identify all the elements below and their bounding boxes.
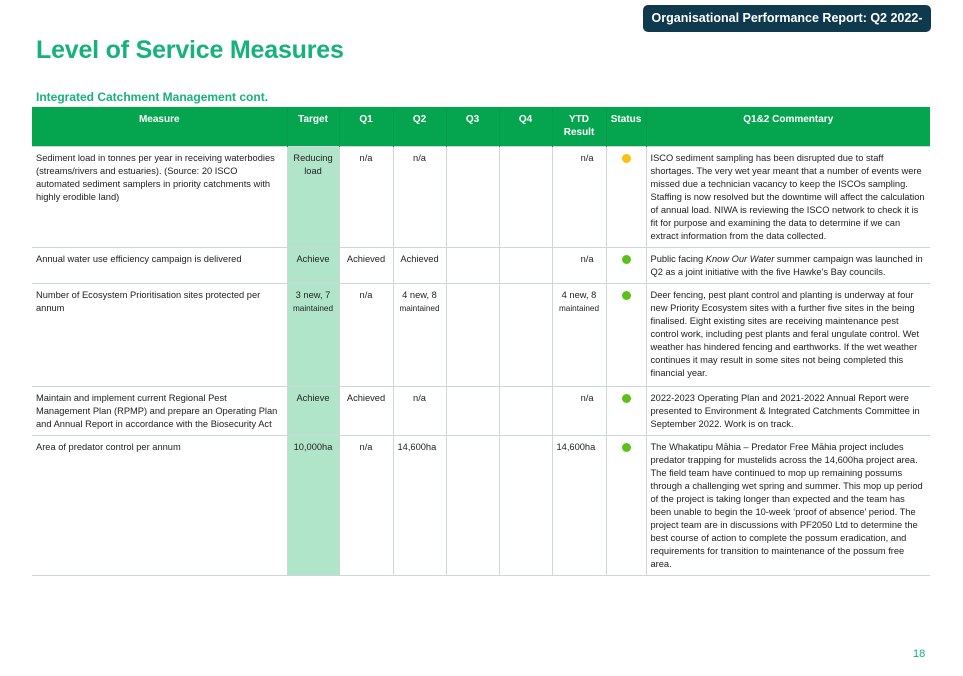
q2-cell: n/a <box>392 146 446 248</box>
q1-cell: Achieved <box>338 386 393 436</box>
table-header-row: Measure Target Q1 Q2 Q3 Q4 YTD Result Sta… <box>32 107 930 147</box>
q3-cell <box>445 386 499 436</box>
column-header-q3: Q3 <box>445 107 499 147</box>
table-row: Number of Ecosystem Prioritisation sites… <box>32 283 930 387</box>
status-cell <box>605 435 646 576</box>
status-cell <box>605 283 646 387</box>
campaign-name: Know Our Water <box>705 254 775 264</box>
q4-cell <box>498 386 552 436</box>
ytd-cell: n/a <box>551 247 606 284</box>
q3-cell <box>445 146 499 248</box>
status-green-dot-icon <box>621 394 631 403</box>
column-header-q4: Q4 <box>498 107 552 147</box>
status-cell <box>605 146 646 248</box>
ytd-line1: 4 new, 8 <box>561 290 597 300</box>
target-cell: 10,000ha <box>286 435 339 576</box>
q2-cell: n/a <box>392 386 446 436</box>
service-measures-table: Measure Target Q1 Q2 Q3 Q4 YTD Result Sta… <box>32 107 930 576</box>
ytd-cell: 14,600ha <box>551 435 606 576</box>
measure-cell: Area of predator control per annum <box>32 435 287 576</box>
q1-cell: n/a <box>338 435 393 576</box>
q1-cell: Achieved <box>338 247 393 284</box>
ytd-cell: n/a <box>551 386 606 436</box>
q2-line2: maintained <box>399 304 440 313</box>
commentary-cell: ISCO sediment sampling has been disrupte… <box>645 146 930 248</box>
table-row: Area of predator control per annum 10,00… <box>32 435 930 576</box>
ytd-label-line2: Result <box>563 127 595 138</box>
measure-cell: Maintain and implement current Regional … <box>32 386 287 436</box>
target-cell: 3 new, 7 maintained <box>286 283 339 387</box>
status-green-dot-icon <box>621 443 631 452</box>
ytd-label-line1: YTD <box>569 114 589 125</box>
measure-cell: Annual water use efficiency campaign is … <box>32 247 287 284</box>
column-header-target: Target <box>286 107 339 147</box>
q2-cell: 14,600ha <box>392 435 446 576</box>
q1-cell: n/a <box>338 146 393 248</box>
service-measures-table-wrapper: Measure Target Q1 Q2 Q3 Q4 YTD Result Sta… <box>32 107 930 576</box>
column-header-commentary: Q1&2 Commentary <box>645 107 930 147</box>
q3-cell <box>445 247 499 284</box>
target-line1: 3 new, 7 <box>295 290 331 300</box>
target-line2: maintained <box>292 304 334 313</box>
status-cell <box>605 386 646 436</box>
q1-cell: n/a <box>338 283 393 387</box>
status-green-dot-icon <box>621 255 631 264</box>
q2-cell: Achieved <box>392 247 446 284</box>
page-title: Level of Service Measures <box>36 36 344 64</box>
ytd-cell: 4 new, 8 maintained <box>551 283 606 387</box>
measure-cell: Sediment load in tonnes per year in rece… <box>32 146 287 248</box>
measure-cell: Number of Ecosystem Prioritisation sites… <box>32 283 287 387</box>
column-header-measure: Measure <box>32 107 287 147</box>
ytd-cell: n/a <box>551 146 606 248</box>
q3-cell <box>445 283 499 387</box>
commentary-cell: 2022-2023 Operating Plan and 2021-2022 A… <box>645 386 930 436</box>
report-title-badge: Organisational Performance Report: Q2 20… <box>643 5 931 52</box>
commentary-cell: The Whakatipu Māhia – Predator Free Māhi… <box>645 435 930 576</box>
status-green-dot-icon <box>621 291 631 300</box>
column-header-q2: Q2 <box>392 107 446 147</box>
commentary-cell: Deer fencing, pest plant control and pla… <box>645 283 930 387</box>
commentary-text: Public facing <box>650 254 706 264</box>
target-cell: Achieve <box>286 386 339 436</box>
q4-cell <box>498 247 552 284</box>
commentary-cell: Public facing Know Our Water summer camp… <box>645 247 930 284</box>
status-amber-dot-icon <box>621 154 631 163</box>
table-row: Sediment load in tonnes per year in rece… <box>32 146 930 248</box>
table-row: Annual water use efficiency campaign is … <box>32 247 930 284</box>
page-number: 18 <box>913 648 926 660</box>
q4-cell <box>498 283 552 387</box>
target-cell: Achieve <box>286 247 339 284</box>
q2-line1: 4 new, 8 <box>402 290 437 300</box>
q4-cell <box>498 146 552 248</box>
q3-cell <box>445 435 499 576</box>
table-row: Maintain and implement current Regional … <box>32 386 930 436</box>
column-header-status: Status <box>605 107 646 147</box>
q4-cell <box>498 435 552 576</box>
status-cell <box>605 247 646 284</box>
target-cell: Reducing load <box>286 146 339 248</box>
section-title: Integrated Catchment Management cont. <box>36 90 269 104</box>
ytd-line2: maintained <box>558 304 600 313</box>
q2-cell: 4 new, 8 maintained <box>392 283 446 387</box>
column-header-ytd-result: YTD Result <box>551 107 606 147</box>
column-header-q1: Q1 <box>338 107 393 147</box>
